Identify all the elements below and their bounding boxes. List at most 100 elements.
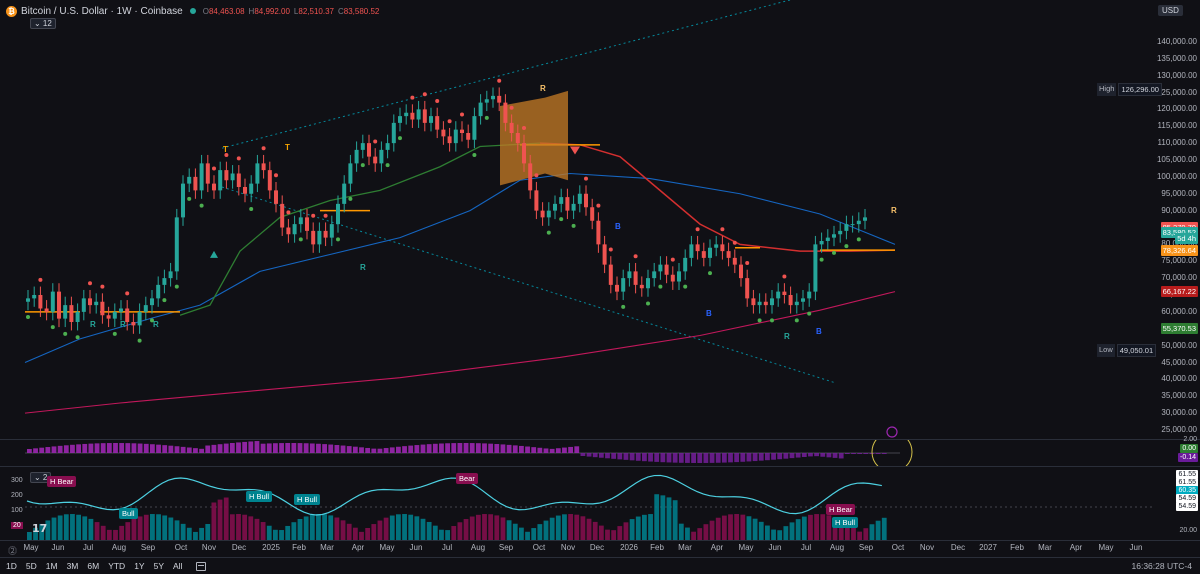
range-button-1d[interactable]: 1D xyxy=(6,561,17,571)
volume-bar xyxy=(451,526,457,540)
trend-dot xyxy=(732,240,737,245)
oscillator-pane[interactable] xyxy=(0,440,1155,467)
trend-dot xyxy=(348,196,353,201)
symbol-title[interactable]: Bitcoin / U.S. Dollar · 1W · Coinbase xyxy=(21,6,183,17)
volume-bar xyxy=(537,524,543,540)
range-button-5y[interactable]: 5Y xyxy=(154,561,164,571)
candle-body xyxy=(311,230,316,245)
low-label-value: 49,050.01 xyxy=(1116,343,1157,357)
osc-bar xyxy=(359,447,364,453)
time-tick: Oct xyxy=(891,543,905,552)
volume-bar xyxy=(199,527,204,540)
osc-bar xyxy=(685,453,690,463)
rsi-value-label: 54.59 xyxy=(1176,502,1198,511)
ma-100-line xyxy=(24,172,896,364)
range-button-all[interactable]: All xyxy=(173,561,182,571)
trend-dot xyxy=(460,112,464,117)
time-tick: Oct xyxy=(532,543,546,552)
volume-bar xyxy=(396,514,401,540)
trend-dot xyxy=(509,105,514,110)
candle-body xyxy=(615,284,619,292)
osc-bar xyxy=(426,444,432,453)
osc-bar xyxy=(279,443,284,453)
osc-bar xyxy=(346,446,352,453)
osc-bar xyxy=(672,453,678,463)
candle-body xyxy=(119,308,123,312)
ohlc-value: 84,992.00 xyxy=(254,6,290,16)
osc-bar xyxy=(721,453,727,463)
osc-bar xyxy=(88,443,94,453)
candle-body xyxy=(404,112,409,117)
osc-bar xyxy=(125,443,131,453)
candle-body xyxy=(497,95,502,103)
volume-bar xyxy=(475,514,481,540)
candle-body xyxy=(422,109,427,123)
range-button-1m[interactable]: 1M xyxy=(46,561,58,571)
candle-body xyxy=(305,217,309,231)
tradingview-logo[interactable]: 17 xyxy=(32,522,50,535)
candle-body xyxy=(472,116,477,140)
osc-bar xyxy=(365,447,371,453)
indicators-toggle-button[interactable]: ⌄ 12 xyxy=(30,18,56,29)
price-scale[interactable]: 140,000.00 135,000.00 130,000.00 125,000.00… xyxy=(1155,0,1200,440)
volume-rsi-pane[interactable] xyxy=(0,467,1155,540)
osc-bar xyxy=(150,444,155,453)
trend-dot xyxy=(298,237,303,242)
trend-dot xyxy=(856,237,861,242)
volume-bar xyxy=(88,518,94,540)
osc-bar xyxy=(611,453,617,459)
trend-dot xyxy=(236,156,241,161)
zoom-icon[interactable]: ⓶ xyxy=(8,544,17,557)
osc-bar xyxy=(131,443,137,453)
osc-bar xyxy=(27,449,32,453)
time-axis[interactable]: May Jun Jul Aug Sep Oct Nov Dec 2025 Feb Mar Apr May… xyxy=(0,540,1200,556)
oscillator-scale[interactable]: 2.00-2.000.00-0.14 xyxy=(1155,436,1200,467)
clock[interactable]: 16:36:28 UTC-4 xyxy=(1132,561,1192,571)
price-tick: 40,000.00 xyxy=(1161,374,1197,384)
candle-body xyxy=(664,264,669,275)
candle-body xyxy=(639,284,644,289)
volume-bar xyxy=(94,522,100,540)
volume-bar xyxy=(420,518,426,540)
range-button-3m[interactable]: 3M xyxy=(67,561,79,571)
price-chart-pane[interactable] xyxy=(0,0,1155,440)
volume-bar xyxy=(586,518,592,540)
volume-rsi-scale[interactable]: 61.55 61.55 60.35 54.59 54.59 20.00 xyxy=(1155,467,1200,540)
price-tick: 70,000.00 xyxy=(1161,273,1197,283)
low-label: Low 49,050.01 xyxy=(1097,343,1157,357)
osc-bar xyxy=(106,443,112,453)
osc-bar xyxy=(45,447,51,453)
volume-bar xyxy=(254,518,260,540)
divergence-tag-bear: Bear xyxy=(456,473,478,484)
volume-bar xyxy=(377,520,383,540)
candle-body xyxy=(689,244,694,258)
time-tick: Jun xyxy=(1129,543,1143,552)
volume-bar xyxy=(51,517,57,540)
osc-bar xyxy=(586,453,592,457)
candle-body xyxy=(429,116,433,123)
osc-bar xyxy=(463,443,469,453)
calendar-icon[interactable] xyxy=(196,561,207,571)
range-button-1y[interactable]: 1Y xyxy=(134,561,144,571)
osc-bar xyxy=(519,445,524,453)
range-button-6m[interactable]: 6M xyxy=(87,561,99,571)
trend-dot xyxy=(311,213,316,218)
divergence-tag-bear: H Bear xyxy=(826,504,856,515)
osc-bar xyxy=(260,443,266,453)
candle-body xyxy=(478,102,483,117)
candle-body xyxy=(745,278,750,299)
osc-bar xyxy=(506,444,512,453)
candle-body xyxy=(577,193,582,204)
bottom-toolbar: 1D 5D 1M 3M 6M YTD 1Y 5Y All 16:36:28 UTC-4 xyxy=(0,557,1200,574)
osc-bar xyxy=(666,453,672,463)
range-button-ytd[interactable]: YTD xyxy=(108,561,125,571)
candle-body xyxy=(850,224,855,226)
volume-bar xyxy=(814,514,819,540)
candle-body xyxy=(329,224,334,238)
range-button-5d[interactable]: 5D xyxy=(26,561,37,571)
osc-bar xyxy=(549,448,555,453)
osc-bar xyxy=(709,453,715,463)
volume-bar xyxy=(660,495,666,540)
candle-body xyxy=(503,102,508,123)
signal-marker-b: B xyxy=(816,327,822,337)
